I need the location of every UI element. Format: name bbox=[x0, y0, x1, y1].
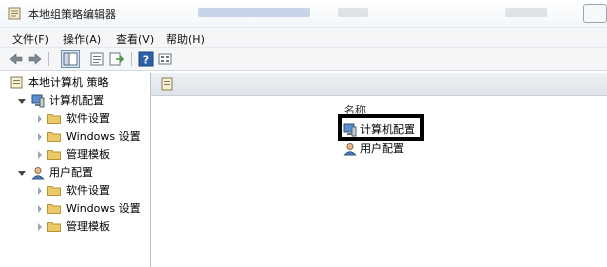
expanded-arrow-icon[interactable] bbox=[18, 99, 26, 104]
blurred-region bbox=[198, 8, 310, 17]
folder-icon bbox=[47, 186, 61, 196]
collapsed-arrow-icon[interactable] bbox=[38, 223, 42, 231]
tree-item-software-settings[interactable]: 软件设置 bbox=[8, 111, 146, 127]
folder-icon bbox=[47, 132, 61, 142]
window-title: 本地组策略编辑器 bbox=[28, 8, 116, 21]
forward-icon[interactable] bbox=[27, 51, 43, 67]
collapsed-arrow-icon[interactable] bbox=[38, 205, 42, 213]
tree-item-software-settings[interactable]: 软件设置 bbox=[8, 183, 146, 199]
export-icon[interactable] bbox=[108, 51, 124, 67]
details-header-bar bbox=[151, 73, 607, 96]
help-icon[interactable]: ? bbox=[138, 51, 154, 67]
folder-icon bbox=[47, 222, 61, 232]
expanded-arrow-icon[interactable] bbox=[18, 171, 26, 176]
tree-item-label: Windows 设置 bbox=[66, 130, 141, 143]
collapsed-arrow-icon[interactable] bbox=[38, 187, 42, 195]
blurred-region bbox=[505, 8, 547, 17]
tree-item-label: 软件设置 bbox=[66, 184, 110, 197]
tree-item-label: 软件设置 bbox=[66, 112, 110, 125]
collapsed-arrow-icon[interactable] bbox=[38, 133, 42, 141]
window-control-button[interactable] bbox=[583, 4, 607, 23]
svg-text:?: ? bbox=[143, 54, 149, 67]
folder-icon bbox=[47, 114, 61, 124]
menu-file[interactable]: 文件(F) bbox=[12, 31, 49, 47]
tree-item-label: 用户配置 bbox=[49, 166, 93, 179]
show-tree-icon[interactable] bbox=[61, 50, 80, 68]
back-icon[interactable] bbox=[8, 51, 24, 67]
tree-item-computer-config[interactable]: 计算机配置 bbox=[8, 93, 146, 109]
menu-view[interactable]: 查看(V) bbox=[116, 31, 154, 47]
computer-icon bbox=[31, 94, 45, 108]
details-pane: 名称 计算机配置 用户配置 bbox=[151, 73, 607, 267]
list-item-user-config[interactable]: 用户配置 bbox=[343, 141, 419, 157]
list-item-label: 用户配置 bbox=[360, 142, 404, 155]
tree-item-label: 计算机配置 bbox=[49, 94, 104, 107]
folder-icon bbox=[47, 150, 61, 160]
tree-item-label: Windows 设置 bbox=[66, 202, 141, 215]
tree-item-admin-templates[interactable]: 管理模板 bbox=[8, 147, 146, 163]
toolbar-separator bbox=[131, 52, 132, 66]
user-icon bbox=[31, 167, 45, 180]
title-bar: 本地组策略编辑器 bbox=[0, 0, 607, 28]
tree-item-label: 管理模板 bbox=[66, 148, 110, 161]
tree-item-windows-settings[interactable]: Windows 设置 bbox=[8, 129, 146, 145]
menu-action[interactable]: 操作(A) bbox=[63, 31, 101, 47]
tree-item-root[interactable]: 本地计算机 策略 bbox=[8, 75, 146, 91]
folder-icon bbox=[47, 204, 61, 214]
tree-item-windows-settings[interactable]: Windows 设置 bbox=[8, 201, 146, 217]
user-icon bbox=[343, 143, 357, 156]
console-tree: 本地计算机 策略 计算机配置 软件设置 Windows 设置 管理模板 用户配置… bbox=[8, 73, 151, 267]
tree-item-admin-templates[interactable]: 管理模板 bbox=[8, 219, 146, 235]
properties-icon[interactable] bbox=[89, 51, 105, 67]
toolbar: ? bbox=[0, 48, 607, 71]
collapsed-arrow-icon[interactable] bbox=[38, 115, 42, 123]
policy-root-icon bbox=[10, 76, 23, 89]
highlight-box bbox=[338, 114, 424, 141]
menu-bar: 文件(F) 操作(A) 查看(V) 帮助(H) bbox=[0, 28, 607, 48]
tree-item-label: 本地计算机 策略 bbox=[28, 76, 109, 89]
view-icon[interactable] bbox=[157, 51, 173, 67]
policy-icon bbox=[161, 77, 173, 91]
policy-editor-icon bbox=[8, 7, 21, 20]
blurred-region bbox=[338, 8, 368, 17]
menu-help[interactable]: 帮助(H) bbox=[166, 31, 205, 47]
tree-item-label: 管理模板 bbox=[66, 220, 110, 233]
collapsed-arrow-icon[interactable] bbox=[38, 151, 42, 159]
tree-item-user-config[interactable]: 用户配置 bbox=[8, 165, 146, 181]
toolbar-separator bbox=[48, 52, 49, 66]
